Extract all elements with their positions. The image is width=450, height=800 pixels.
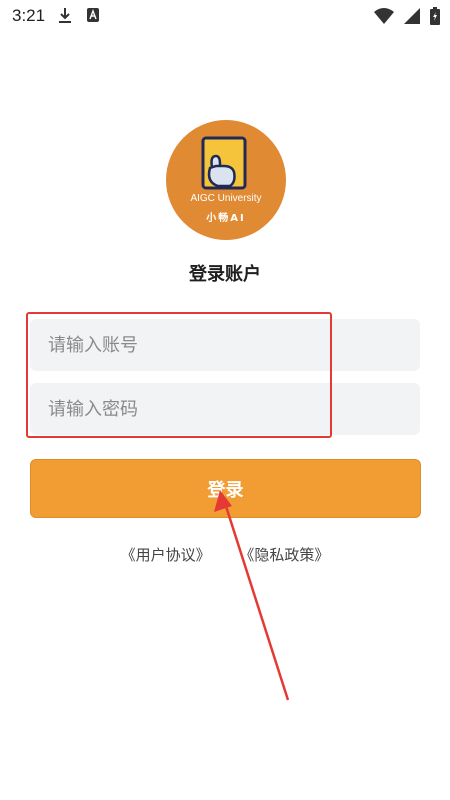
- page-title: 登录账户: [189, 264, 261, 285]
- app-logo: AIGC University 小畅AI: [166, 120, 286, 240]
- policy-links: 《用户协议》 《隐私政策》: [0, 544, 450, 565]
- status-bar: 3:21: [0, 0, 450, 36]
- battery-icon: [430, 7, 440, 29]
- password-input[interactable]: [30, 383, 420, 435]
- wifi-icon: [374, 8, 394, 28]
- signal-icon: [404, 8, 420, 28]
- logo-text-university: AIGC University: [190, 193, 262, 204]
- privacy-policy-link[interactable]: 《隐私政策》: [239, 544, 329, 565]
- user-agreement-link[interactable]: 《用户协议》: [121, 544, 211, 565]
- status-time: 3:21: [12, 6, 46, 25]
- logo-text-brand: 小畅AI: [206, 213, 246, 224]
- notification-a-icon: [86, 7, 100, 29]
- account-input[interactable]: [30, 319, 420, 371]
- login-button[interactable]: 登录: [30, 459, 421, 518]
- download-icon: [58, 7, 72, 29]
